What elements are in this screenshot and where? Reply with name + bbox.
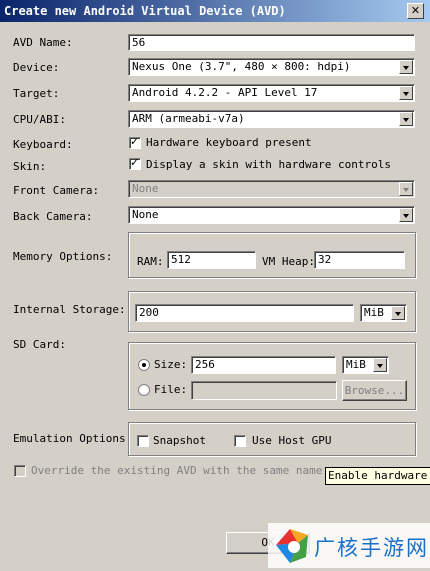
target-select-value: Android 4.2.2 - API Level 17 bbox=[132, 86, 318, 99]
sd-file-label: File: bbox=[154, 383, 188, 396]
vm-heap-input[interactable]: 32 bbox=[314, 251, 405, 269]
device-select-value: Nexus One (3.7", 480 × 800: hdpi) bbox=[132, 60, 351, 73]
override-checkbox[interactable] bbox=[14, 465, 26, 477]
skin-option-label: Display a skin with hardware controls bbox=[146, 158, 392, 171]
sd-size-unit-select[interactable]: MiB bbox=[342, 356, 389, 374]
cpu-abi-select[interactable]: ARM (armeabi-v7a) bbox=[128, 110, 415, 128]
front-camera-select[interactable]: None bbox=[128, 180, 415, 198]
front-camera-select-value: None bbox=[132, 182, 159, 195]
keyboard-option-label: Hardware keyboard present bbox=[146, 136, 312, 149]
use-host-gpu-checkbox[interactable] bbox=[234, 435, 246, 447]
skin-label: Skin: bbox=[13, 160, 47, 173]
ram-input[interactable]: 512 bbox=[167, 251, 256, 269]
device-label: Device: bbox=[13, 61, 60, 74]
sd-size-label: Size: bbox=[154, 358, 188, 371]
chevron-down-icon[interactable] bbox=[399, 182, 413, 196]
keyboard-label: Keyboard: bbox=[13, 138, 73, 151]
sd-file-input[interactable] bbox=[191, 381, 337, 400]
internal-storage-unit-value: MiB bbox=[364, 306, 384, 319]
front-camera-label: Front Camera: bbox=[13, 184, 100, 197]
back-camera-select[interactable]: None bbox=[128, 206, 415, 224]
chevron-down-icon[interactable] bbox=[399, 208, 413, 222]
close-button[interactable]: ✕ bbox=[407, 3, 424, 19]
back-camera-select-value: None bbox=[132, 208, 159, 221]
chevron-down-icon[interactable] bbox=[373, 358, 387, 372]
device-select[interactable]: Nexus One (3.7", 480 × 800: hdpi) bbox=[128, 58, 415, 76]
watermark-text: 广核手游网 bbox=[314, 536, 429, 560]
internal-storage-unit-select[interactable]: MiB bbox=[360, 304, 407, 322]
internal-storage-label: Internal Storage: bbox=[13, 303, 126, 316]
target-label: Target: bbox=[13, 87, 60, 100]
tooltip: Enable hardware O bbox=[325, 467, 430, 485]
chevron-down-icon[interactable] bbox=[391, 306, 405, 320]
use-host-gpu-label: Use Host GPU bbox=[252, 434, 332, 447]
sd-card-label: SD Card: bbox=[13, 338, 66, 351]
override-label: Override the existing AVD with the same … bbox=[31, 464, 323, 477]
chevron-down-icon[interactable] bbox=[399, 86, 413, 100]
avd-name-label: AVD Name: bbox=[13, 36, 73, 49]
sd-file-radio[interactable] bbox=[138, 384, 150, 396]
sd-size-input[interactable]: 256 bbox=[191, 356, 336, 374]
ram-label: RAM: bbox=[137, 255, 164, 268]
chevron-down-icon[interactable] bbox=[399, 60, 413, 74]
title-bar: Create new Android Virtual Device (AVD) … bbox=[0, 0, 430, 22]
cpu-abi-select-value: ARM (armeabi-v7a) bbox=[132, 112, 245, 125]
vm-heap-label: VM Heap: bbox=[262, 255, 315, 268]
sd-size-unit-value: MiB bbox=[346, 358, 366, 371]
cpu-abi-label: CPU/ABI: bbox=[13, 113, 66, 126]
emulation-options-label: Emulation Options: bbox=[13, 432, 133, 445]
window-title: Create new Android Virtual Device (AVD) bbox=[4, 4, 286, 18]
snapshot-checkbox[interactable] bbox=[137, 435, 149, 447]
snapshot-label: Snapshot bbox=[153, 434, 206, 447]
keyboard-checkbox[interactable] bbox=[129, 135, 141, 149]
avd-name-input[interactable]: 56 bbox=[128, 34, 415, 51]
back-camera-label: Back Camera: bbox=[13, 210, 93, 223]
memory-options-label: Memory Options: bbox=[13, 250, 113, 263]
target-select[interactable]: Android 4.2.2 - API Level 17 bbox=[128, 84, 415, 102]
create-avd-dialog: Create new Android Virtual Device (AVD) … bbox=[0, 0, 430, 568]
chevron-down-icon[interactable] bbox=[399, 112, 413, 126]
skin-checkbox[interactable] bbox=[129, 156, 141, 170]
watermark-logo: 广核手游网 bbox=[268, 523, 430, 568]
browse-button[interactable]: Browse... bbox=[342, 380, 407, 401]
sd-size-radio[interactable] bbox=[138, 359, 150, 371]
internal-storage-input[interactable]: 200 bbox=[135, 304, 354, 322]
